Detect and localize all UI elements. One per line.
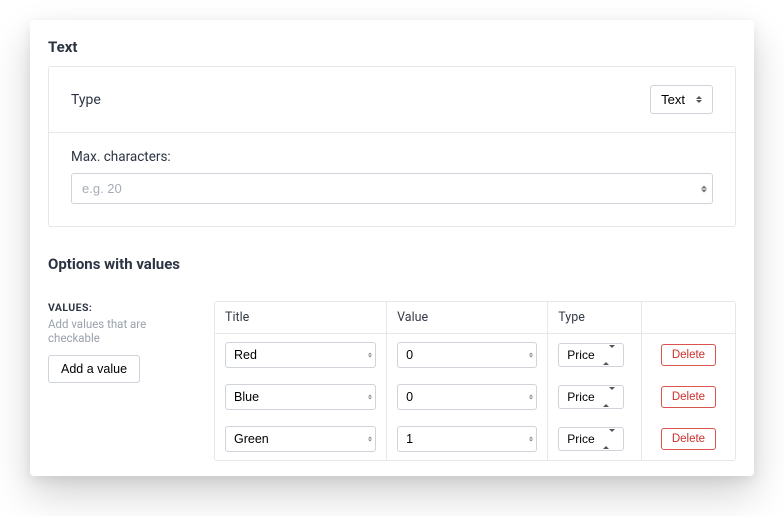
chevron-down-icon <box>529 398 533 400</box>
options-section: VALUES: Add values that are checkable Ad… <box>48 301 736 461</box>
row-type-select[interactable]: Price <box>558 427 623 451</box>
options-table-wrap: Title Value Type PriceDeletePriceDeleteP… <box>214 301 736 461</box>
table-header-row: Title Value Type <box>215 302 735 334</box>
table-row: Price Delete <box>215 334 735 377</box>
title-input-wrap <box>225 426 376 452</box>
chevron-updown-icon <box>603 348 615 362</box>
chevron-up-icon <box>529 437 533 439</box>
value-input[interactable] <box>397 342 537 368</box>
chevron-up-icon <box>529 353 533 355</box>
value-input[interactable] <box>397 426 537 452</box>
chevron-updown-icon <box>603 390 615 404</box>
values-side-panel: VALUES: Add values that are checkable Ad… <box>48 301 198 383</box>
chevron-up-icon <box>368 437 372 439</box>
chevron-down-icon <box>368 398 372 400</box>
value-input-wrap <box>397 426 537 452</box>
page-container: Text Type Text Max. characters: Options … <box>30 20 754 476</box>
max-chars-input[interactable] <box>71 173 713 204</box>
chevron-down-icon <box>529 440 533 442</box>
text-config-card: Type Text Max. characters: <box>48 66 736 227</box>
title-stepper[interactable] <box>368 395 372 400</box>
max-chars-input-wrap <box>71 173 713 204</box>
chevron-up-icon <box>368 353 372 355</box>
text-section-heading: Text <box>48 38 736 56</box>
row-type-select[interactable]: Price <box>558 343 623 367</box>
row-type-value: Price <box>567 348 594 362</box>
col-header-actions <box>641 302 735 334</box>
title-input-wrap <box>225 342 376 368</box>
value-stepper[interactable] <box>529 437 533 442</box>
chevron-up-icon <box>701 185 707 188</box>
title-input[interactable] <box>225 342 376 368</box>
chevron-updown-icon <box>695 96 702 103</box>
values-caption: VALUES: <box>48 301 198 314</box>
chevron-down-icon <box>368 356 372 358</box>
value-stepper[interactable] <box>529 395 533 400</box>
chevron-up-icon <box>529 395 533 397</box>
row-type-value: Price <box>567 432 594 446</box>
max-chars-label: Max. characters: <box>71 149 713 165</box>
chevron-down-icon <box>368 440 372 442</box>
chevron-down-icon <box>701 189 707 192</box>
options-table: Title Value Type PriceDeletePriceDeleteP… <box>215 302 735 460</box>
delete-button[interactable]: Delete <box>661 344 716 366</box>
table-row: Price Delete <box>215 376 735 418</box>
chevron-down-icon <box>529 356 533 358</box>
title-input[interactable] <box>225 384 376 410</box>
col-header-value: Value <box>387 302 548 334</box>
options-section-heading: Options with values <box>48 255 736 273</box>
title-input-wrap <box>225 384 376 410</box>
title-stepper[interactable] <box>368 437 372 442</box>
add-value-button[interactable]: Add a value <box>48 355 140 383</box>
type-row: Type Text <box>49 67 735 133</box>
row-type-select[interactable]: Price <box>558 385 623 409</box>
max-chars-group: Max. characters: <box>49 133 735 226</box>
type-select-value: Text <box>661 92 685 107</box>
value-input-wrap <box>397 342 537 368</box>
chevron-up-icon <box>368 395 372 397</box>
values-hint: Add values that are checkable <box>48 317 198 345</box>
title-input[interactable] <box>225 426 376 452</box>
title-stepper[interactable] <box>368 353 372 358</box>
value-stepper[interactable] <box>529 353 533 358</box>
chevron-updown-icon <box>603 432 615 446</box>
type-label: Type <box>71 92 101 108</box>
table-row: Price Delete <box>215 418 735 460</box>
col-header-type: Type <box>548 302 642 334</box>
value-input-wrap <box>397 384 537 410</box>
row-type-value: Price <box>567 390 594 404</box>
value-input[interactable] <box>397 384 537 410</box>
delete-button[interactable]: Delete <box>661 386 716 408</box>
type-select[interactable]: Text <box>650 85 713 114</box>
col-header-title: Title <box>215 302 387 334</box>
delete-button[interactable]: Delete <box>661 428 716 450</box>
max-chars-stepper[interactable] <box>701 185 707 192</box>
